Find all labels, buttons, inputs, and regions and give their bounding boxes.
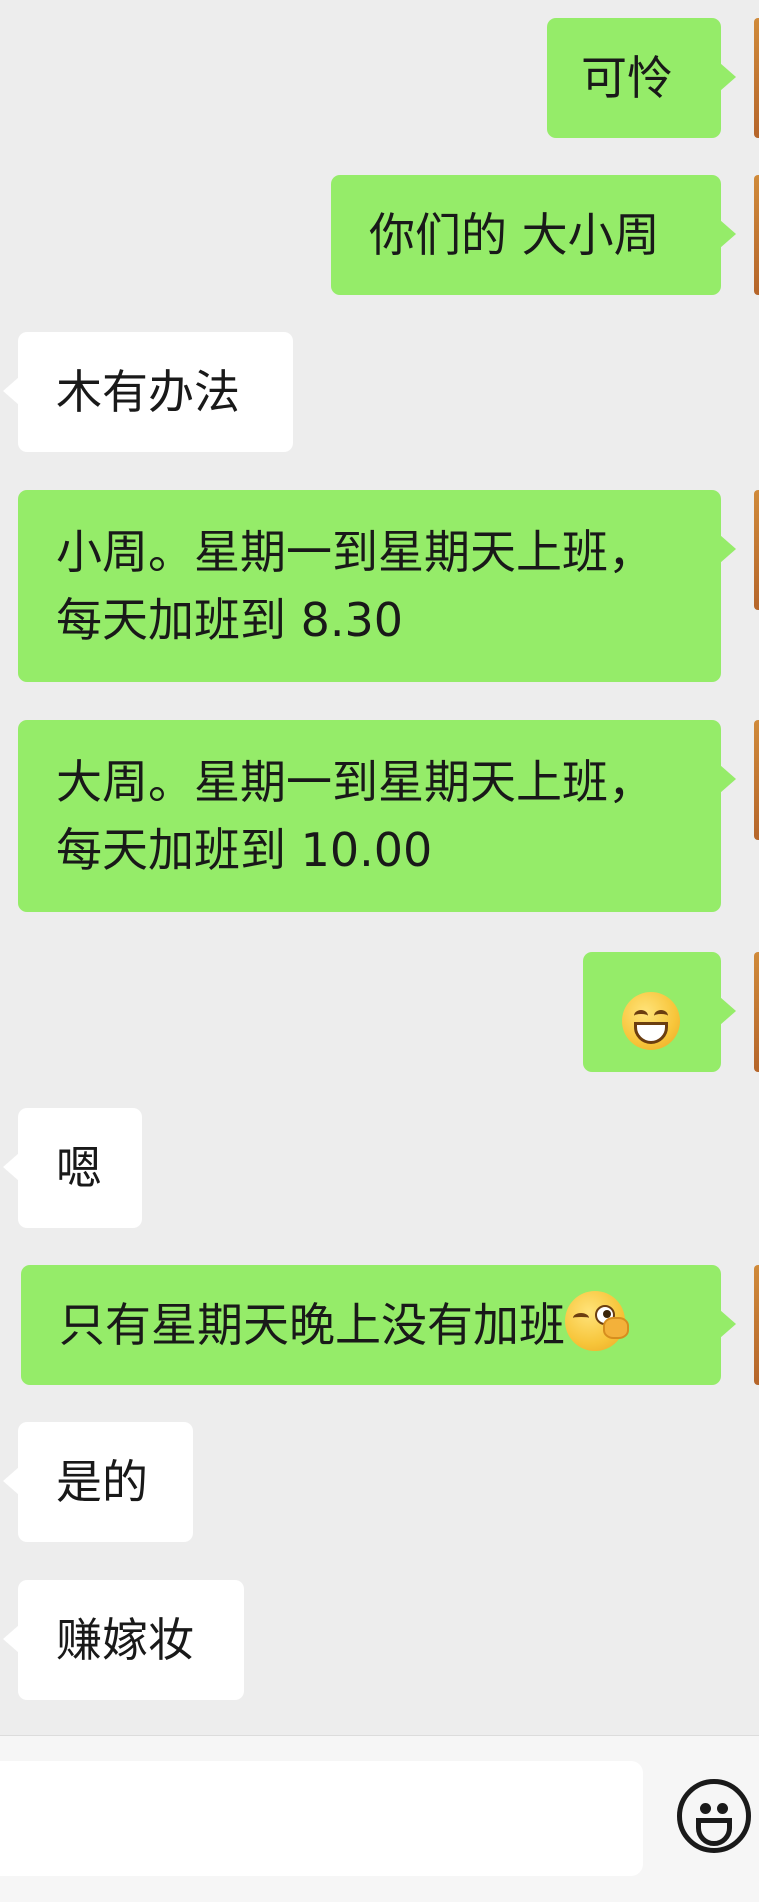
message-bubble[interactable]: 可怜: [547, 18, 736, 138]
message-text-line: 小周。星期一到星期天上班，: [56, 525, 654, 579]
message-text: 是的: [56, 1455, 148, 1509]
message-bubble[interactable]: 小周。星期一到星期天上班， 每天加班到 8.30: [18, 490, 736, 682]
message-text: 赚嫁妆: [56, 1613, 194, 1667]
grinning-face-emoji: [622, 991, 680, 1050]
message-bubble[interactable]: 大周。星期一到星期天上班， 每天加班到 10.00: [18, 720, 736, 912]
my-avatar[interactable]: [754, 490, 759, 610]
wink-face-emoji: [565, 1291, 629, 1351]
my-avatar[interactable]: [754, 720, 759, 840]
message-text-line: 每天加班到 8.30: [56, 593, 404, 647]
my-avatar[interactable]: [754, 175, 759, 295]
message-bubble[interactable]: 赚嫁妆: [3, 1580, 244, 1700]
message-bubble[interactable]: 是的: [3, 1422, 193, 1542]
message-bubble[interactable]: 你们的 大小周: [331, 175, 736, 295]
smiley-face-icon[interactable]: [677, 1779, 751, 1853]
my-avatar[interactable]: [754, 952, 759, 1072]
message-list[interactable]: 可怜 你们的 大小周 木有办法 小周。星期一到星期天上班， 每天加班到 8.30…: [0, 0, 759, 1735]
my-avatar[interactable]: [754, 1265, 759, 1385]
message-text-line: 每天加班到 10.00: [56, 823, 433, 877]
chat-screen: 可怜 你们的 大小周 木有办法 小周。星期一到星期天上班， 每天加班到 8.30…: [0, 0, 759, 1902]
message-bubble[interactable]: 木有办法: [3, 332, 293, 452]
message-input[interactable]: [0, 1761, 643, 1876]
my-avatar[interactable]: [754, 18, 759, 138]
message-text: 你们的 大小周: [369, 208, 660, 262]
message-bubble[interactable]: 嗯: [3, 1108, 142, 1228]
message-text: 可怜: [581, 51, 673, 105]
message-text-line: 大周。星期一到星期天上班，: [56, 755, 654, 809]
message-text: 只有星期天晚上没有加班: [59, 1298, 565, 1352]
message-text: 嗯: [56, 1141, 102, 1195]
message-bubble[interactable]: [583, 952, 736, 1072]
message-text: 木有办法: [56, 365, 240, 419]
message-bubble[interactable]: 只有星期天晚上没有加班: [21, 1265, 736, 1385]
chat-input-bar: [0, 1735, 759, 1902]
